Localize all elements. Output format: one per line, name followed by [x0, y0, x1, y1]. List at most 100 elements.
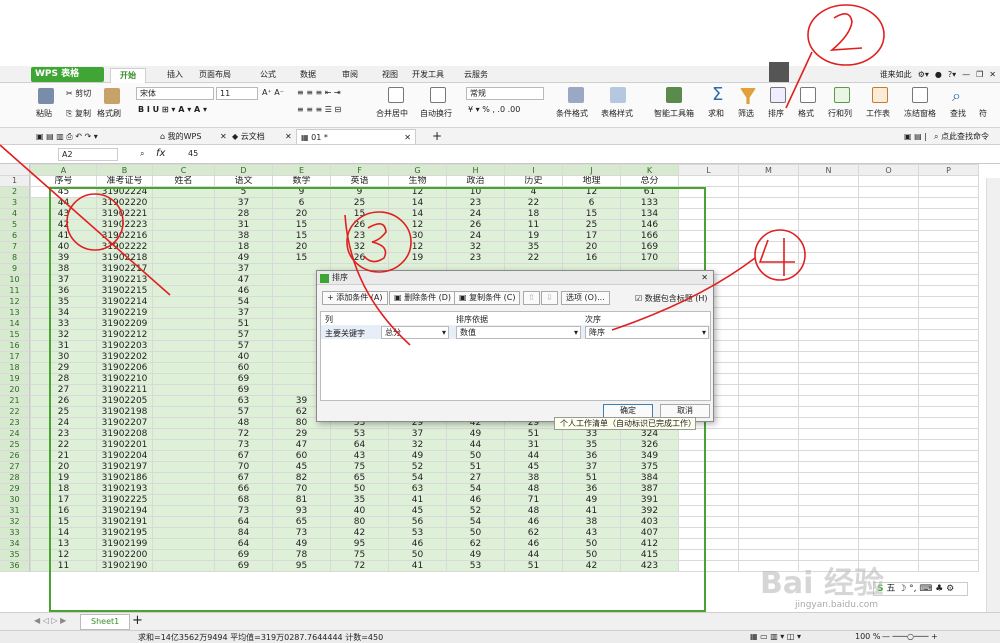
cell[interactable]: 22 [30, 439, 97, 451]
cell[interactable] [738, 197, 799, 209]
cell[interactable] [798, 527, 859, 539]
cell[interactable] [152, 439, 215, 451]
format-painter-button[interactable]: 格式刷 [97, 108, 121, 119]
column-header[interactable]: G [388, 164, 447, 176]
cell[interactable] [918, 417, 979, 429]
tab-my-wps[interactable]: ⌂ 我的WPS [156, 129, 205, 144]
formula-input[interactable]: 45 [188, 149, 198, 158]
conditional-format-button[interactable]: 条件格式 [556, 108, 588, 119]
cell[interactable]: 28 [214, 208, 273, 220]
command-search[interactable]: ⌕ 点此查找命令 [930, 129, 993, 144]
cell[interactable]: 44 [446, 439, 505, 451]
cell[interactable]: 71 [504, 494, 563, 506]
cell[interactable]: 412 [620, 538, 679, 550]
cell[interactable]: 37 [214, 197, 273, 209]
cell[interactable] [858, 439, 919, 451]
cell[interactable] [918, 549, 979, 561]
number-format-select[interactable]: 常规 [466, 87, 544, 100]
cell[interactable] [918, 197, 979, 209]
wps-logo[interactable]: WPS 表格 [31, 67, 104, 82]
header-cell[interactable]: 序号 [30, 175, 97, 187]
font-grow-icon[interactable]: A⁺ A⁻ [262, 88, 284, 97]
cell[interactable] [918, 351, 979, 363]
wrap-button[interactable]: 自动换行 [420, 108, 452, 119]
cell[interactable]: 37 [388, 428, 447, 440]
cell[interactable] [858, 307, 919, 319]
cell[interactable]: 23 [446, 252, 505, 264]
tab-home[interactable]: 开始 [110, 68, 146, 83]
cell[interactable] [678, 538, 739, 550]
cell[interactable]: 31 [214, 219, 273, 231]
cell[interactable]: 69 [214, 373, 273, 385]
cell[interactable]: 65 [330, 472, 389, 484]
cell[interactable]: 52 [388, 461, 447, 473]
cell[interactable] [152, 318, 215, 330]
cell[interactable]: 37 [214, 263, 273, 275]
cell[interactable] [152, 230, 215, 242]
cell[interactable] [738, 461, 799, 473]
tab-menu-7[interactable]: 开发工具 [408, 68, 448, 83]
cell[interactable] [738, 252, 799, 264]
cell[interactable] [798, 186, 859, 198]
row-header[interactable]: 36 [0, 561, 30, 572]
cell[interactable]: 35 [562, 439, 621, 451]
cell[interactable] [918, 384, 979, 396]
header-cell[interactable]: 准考证号 [96, 175, 153, 187]
cell[interactable] [152, 494, 215, 506]
tab-menu-8[interactable]: 云服务 [456, 68, 496, 83]
row-header[interactable]: 2 [0, 187, 30, 198]
cell[interactable] [152, 186, 215, 198]
cell[interactable] [918, 329, 979, 341]
cell[interactable]: 42 [562, 560, 621, 572]
cell[interactable] [918, 505, 979, 517]
row-header[interactable]: 25 [0, 440, 30, 451]
cell[interactable]: 49 [446, 428, 505, 440]
cell[interactable] [918, 472, 979, 484]
cell[interactable]: 73 [214, 505, 273, 517]
cell[interactable]: 40 [214, 351, 273, 363]
row-header[interactable]: 17 [0, 352, 30, 363]
cell[interactable] [738, 395, 799, 407]
cell[interactable]: 31902199 [96, 538, 153, 550]
cell[interactable] [738, 450, 799, 462]
cell[interactable]: 35 [30, 296, 97, 308]
cell[interactable] [798, 197, 859, 209]
cell[interactable] [798, 472, 859, 484]
ok-button[interactable]: 确定 [603, 404, 653, 418]
cell[interactable]: 25 [562, 219, 621, 231]
view-mode-icons[interactable]: ▦ ▭ ▥ ▾ ◫ ▾ [750, 632, 801, 641]
brush-icon[interactable] [104, 88, 120, 104]
layout-icons[interactable]: ▣ ▤ | [900, 129, 931, 144]
cell[interactable] [798, 285, 859, 297]
minimize-icon[interactable]: — [962, 70, 970, 79]
cell[interactable]: 33 [30, 318, 97, 330]
number-format-buttons[interactable]: ¥ ▾ % ‚ .0 .00 [468, 105, 520, 114]
cell[interactable]: 41 [562, 505, 621, 517]
cell[interactable]: 46 [446, 494, 505, 506]
cell[interactable] [152, 285, 215, 297]
cell[interactable]: 170 [620, 252, 679, 264]
vertical-scrollbar[interactable] [986, 178, 1000, 612]
cell[interactable]: 10 [446, 186, 505, 198]
cell[interactable]: 23 [30, 428, 97, 440]
cell[interactable]: 27 [30, 384, 97, 396]
cell[interactable] [798, 516, 859, 528]
cell[interactable] [918, 219, 979, 231]
row-header[interactable]: 21 [0, 396, 30, 407]
cell[interactable] [738, 384, 799, 396]
cell[interactable] [798, 362, 859, 374]
options-button[interactable]: 选项 (O)... [561, 291, 610, 305]
cell[interactable]: 36 [562, 450, 621, 462]
cell[interactable]: 62 [504, 527, 563, 539]
cell[interactable]: 43 [30, 208, 97, 220]
cell[interactable]: 63 [214, 395, 273, 407]
cell[interactable]: 53 [330, 428, 389, 440]
cell[interactable] [858, 241, 919, 253]
cell[interactable] [858, 417, 919, 429]
cell[interactable]: 31902203 [96, 340, 153, 352]
cell[interactable] [798, 373, 859, 385]
cell[interactable] [738, 241, 799, 253]
cell[interactable]: 49 [214, 252, 273, 264]
cell[interactable]: 31902223 [96, 219, 153, 231]
cell[interactable]: 64 [214, 538, 273, 550]
